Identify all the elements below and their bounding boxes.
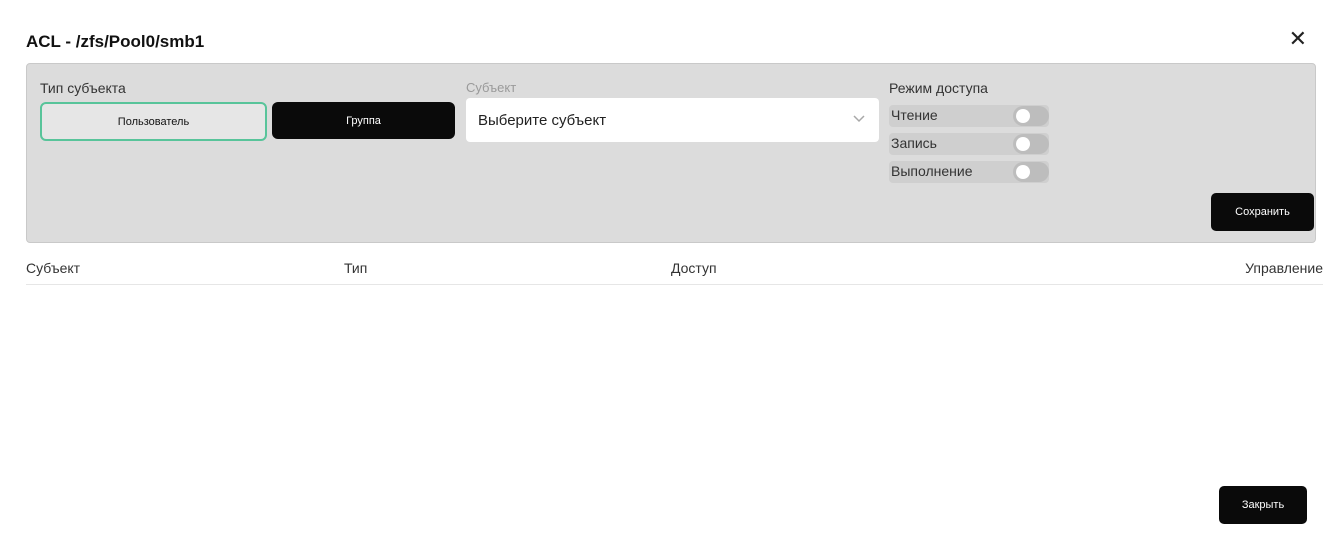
access-mode-label: Режим доступа — [889, 80, 988, 96]
column-header-management: Управление — [1245, 260, 1323, 276]
permission-write-toggle[interactable] — [1013, 134, 1049, 154]
subject-type-label: Тип субъекта — [40, 80, 126, 96]
toggle-knob — [1016, 137, 1030, 151]
subject-select-value: Выберите субъект — [478, 111, 607, 129]
permission-execute-toggle[interactable] — [1013, 162, 1049, 182]
user-type-button[interactable]: Пользователь — [40, 102, 267, 141]
close-button[interactable]: Закрыть — [1219, 486, 1307, 524]
permission-read-row: Чтение — [889, 105, 1049, 127]
permission-read-toggle[interactable] — [1013, 106, 1049, 126]
permission-read-label: Чтение — [891, 107, 938, 123]
permission-write-label: Запись — [891, 135, 937, 151]
subject-select[interactable]: Выберите субъект — [466, 98, 879, 142]
dialog-title: ACL - /zfs/Pool0/smb1 — [26, 32, 205, 51]
permission-execute-label: Выполнение — [891, 163, 973, 179]
acl-form-panel: Тип субъекта Пользователь Группа Субъект… — [26, 63, 1316, 243]
toggle-knob — [1016, 165, 1030, 179]
chevron-down-icon — [853, 112, 865, 126]
close-icon[interactable]: ✕ — [1289, 28, 1307, 50]
permission-write-row: Запись — [889, 133, 1049, 155]
subject-label: Субъект — [466, 80, 517, 95]
save-button[interactable]: Сохранить — [1211, 193, 1314, 231]
column-header-subject: Субъект — [26, 260, 81, 276]
column-header-type: Тип — [344, 260, 368, 276]
acl-dialog: ACL - /zfs/Pool0/smb1 ✕ Тип субъекта Пол… — [10, 10, 1323, 535]
toggle-knob — [1016, 109, 1030, 123]
column-header-access: Доступ — [671, 260, 717, 276]
group-type-button[interactable]: Группа — [272, 102, 455, 139]
acl-table-header: Субъект Тип Доступ Управление — [26, 260, 1323, 285]
permission-execute-row: Выполнение — [889, 161, 1049, 183]
